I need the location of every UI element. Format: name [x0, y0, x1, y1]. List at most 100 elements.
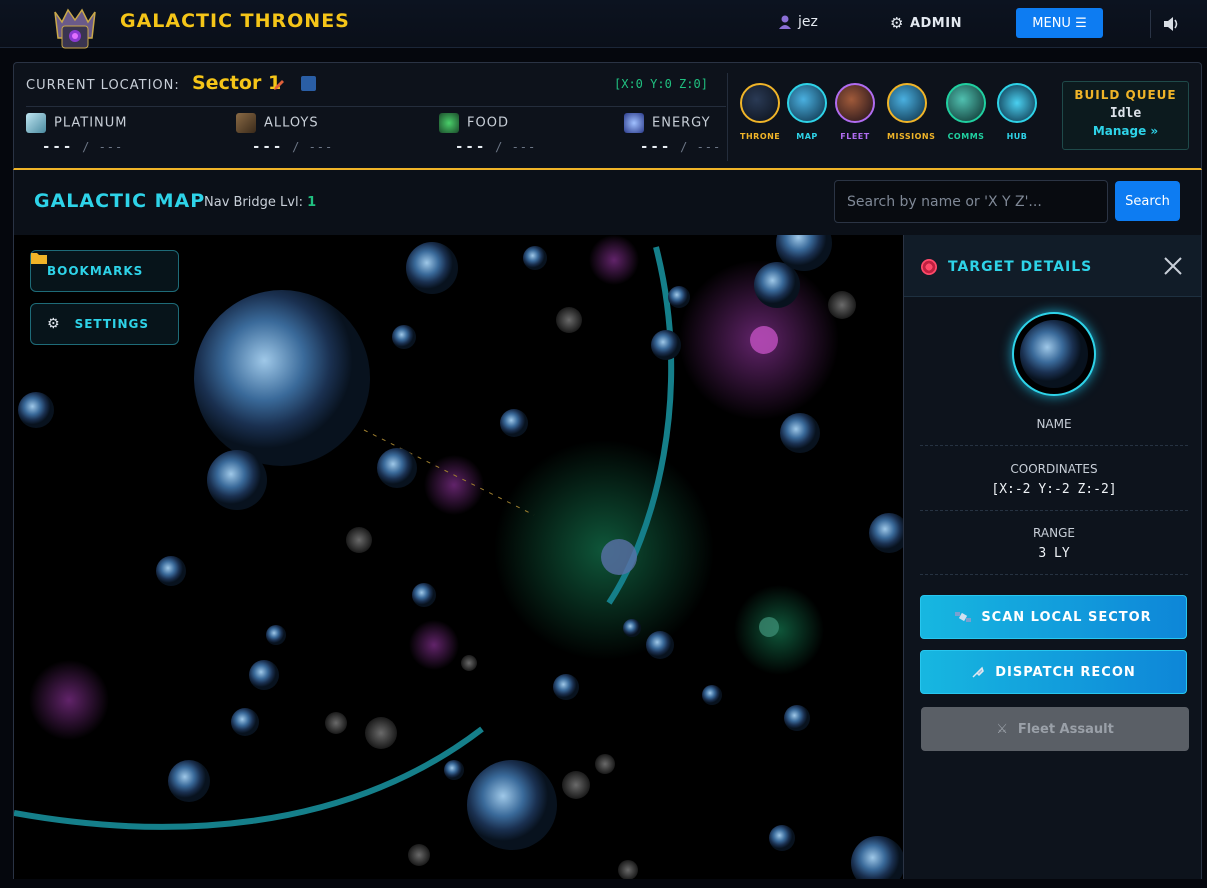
coordinates-value: [X:-2 Y:-2 Z:-2]: [991, 482, 1117, 497]
planet: [231, 708, 259, 736]
user-icon: [779, 15, 791, 29]
location-label: CURRENT LOCATION:: [26, 78, 180, 93]
target-panel-header: TARGET DETAILS: [904, 235, 1201, 297]
separator: [920, 510, 1188, 511]
planet: [392, 325, 416, 349]
satellite-icon: [955, 612, 972, 622]
energy-icon: [624, 113, 644, 133]
bookmarks-label: BOOKMARKS: [47, 264, 144, 278]
fleet-formation: [750, 326, 778, 354]
coordinates-label: COORDINATES: [1010, 462, 1098, 476]
planet: [769, 825, 795, 851]
food-icon: [439, 113, 459, 133]
resource-name: FOOD: [467, 115, 509, 131]
edit-pencil-icon[interactable]: [272, 78, 286, 92]
username: jez: [798, 14, 818, 30]
nav-fleet-button[interactable]: FLEET: [835, 83, 875, 141]
planet: [500, 409, 528, 437]
nav-missions-button[interactable]: MISSIONS: [887, 83, 936, 141]
asteroid-cluster: [365, 717, 397, 749]
hud-divider: [26, 106, 726, 107]
nav-throne-button[interactable]: THRONE: [740, 83, 780, 141]
nav-label: FLEET: [840, 132, 870, 141]
search-input[interactable]: [834, 180, 1108, 223]
close-icon[interactable]: [1162, 255, 1184, 277]
sound-toggle[interactable]: [1150, 10, 1190, 38]
speaker-icon: [1163, 17, 1177, 31]
planet: [168, 760, 210, 802]
planet: [406, 242, 458, 294]
galactic-map-canvas[interactable]: BOOKMARKS ⚙ SETTINGS: [13, 235, 903, 879]
missions-icon: [887, 83, 927, 123]
nav-label: COMMS: [947, 132, 985, 141]
nebula-glow: [589, 235, 639, 285]
game-title: GALACTIC THRONES: [120, 10, 350, 32]
separator: [920, 574, 1188, 575]
asteroid-cluster: [618, 860, 638, 879]
build-queue-title: BUILD QUEUE: [1074, 88, 1177, 102]
top-bar: GALACTIC THRONES jez ⚙ ADMIN MENU ☰: [0, 0, 1207, 49]
nav-bridge-label: Nav Bridge Lvl:: [204, 195, 303, 210]
resource-max: / ---: [680, 140, 722, 154]
planet: [377, 448, 417, 488]
resource-current: ---: [640, 139, 672, 155]
resource-current: ---: [455, 139, 487, 155]
menu-button[interactable]: MENU ☰: [1016, 8, 1103, 38]
resource-max: / ---: [82, 140, 124, 154]
bookmarks-button[interactable]: BOOKMARKS: [30, 250, 179, 292]
admin-link[interactable]: ⚙ ADMIN: [890, 14, 962, 32]
settings-button[interactable]: ⚙ SETTINGS: [30, 303, 179, 345]
planet: [207, 450, 267, 510]
range-label: RANGE: [1033, 526, 1075, 540]
nav-bridge-level: Nav Bridge Lvl: 1: [204, 195, 316, 210]
resource-food: FOOD --- / ---: [439, 113, 535, 155]
dispatch-recon-button[interactable]: DISPATCH RECON: [920, 650, 1187, 694]
hud-vertical-divider: [727, 73, 728, 161]
planet: [623, 619, 641, 637]
nav-comms-button[interactable]: COMMS: [946, 83, 986, 141]
crossed-swords-icon: ⚔: [996, 721, 1008, 737]
resource-current: ---: [252, 139, 284, 155]
planet: [702, 685, 722, 705]
nav-map-button[interactable]: MAP: [787, 83, 827, 141]
planet: [249, 660, 279, 690]
nav-hub-button[interactable]: HUB: [997, 83, 1037, 141]
resource-name: ENERGY: [652, 115, 711, 131]
travel-arc: [14, 726, 484, 830]
fleet-formation: [759, 617, 779, 637]
scan-local-sector-button[interactable]: SCAN LOCAL SECTOR: [920, 595, 1187, 639]
user-profile[interactable]: jez: [778, 14, 818, 30]
assault-label: Fleet Assault: [1017, 721, 1114, 737]
asteroid-cluster: [595, 754, 615, 774]
resource-alloys: ALLOYS --- / ---: [236, 113, 332, 155]
asteroid-cluster: [562, 771, 590, 799]
platinum-icon: [26, 113, 46, 133]
planet: [784, 705, 810, 731]
target-range-field: RANGE 3 LY: [920, 526, 1188, 561]
refresh-icon[interactable]: [301, 76, 316, 91]
resource-platinum: PLATINUM --- / ---: [26, 113, 128, 155]
target-avatar: [1012, 312, 1096, 396]
planet: [851, 836, 903, 879]
nav-bridge-value: 1: [307, 195, 317, 210]
map-icon: [787, 83, 827, 123]
folder-icon: [31, 253, 47, 264]
target-details-panel: TARGET DETAILS NAME COORDINATES [X:-2 Y:…: [903, 235, 1202, 879]
fleet-assault-button[interactable]: ⚔ Fleet Assault: [921, 707, 1189, 751]
probe-icon: [972, 666, 985, 678]
build-queue: BUILD QUEUE Idle Manage »: [1062, 81, 1189, 150]
nav-label: THRONE: [740, 132, 781, 141]
gear-icon: ⚙: [890, 14, 904, 32]
settings-label: SETTINGS: [74, 317, 150, 331]
planet: [780, 413, 820, 453]
range-value: 3 LY: [1038, 546, 1070, 561]
recon-label: DISPATCH RECON: [995, 664, 1136, 680]
asteroid-cluster: [408, 844, 430, 866]
planet: [523, 246, 547, 270]
fleet-icon: [835, 83, 875, 123]
nav-label: MISSIONS: [887, 132, 936, 141]
admin-label: ADMIN: [909, 15, 962, 31]
search-button[interactable]: Search: [1115, 181, 1180, 221]
build-queue-manage-link[interactable]: Manage »: [1063, 124, 1188, 138]
resource-hud: CURRENT LOCATION: Sector 1 [X:0 Y:0 Z:0]…: [13, 62, 1202, 170]
